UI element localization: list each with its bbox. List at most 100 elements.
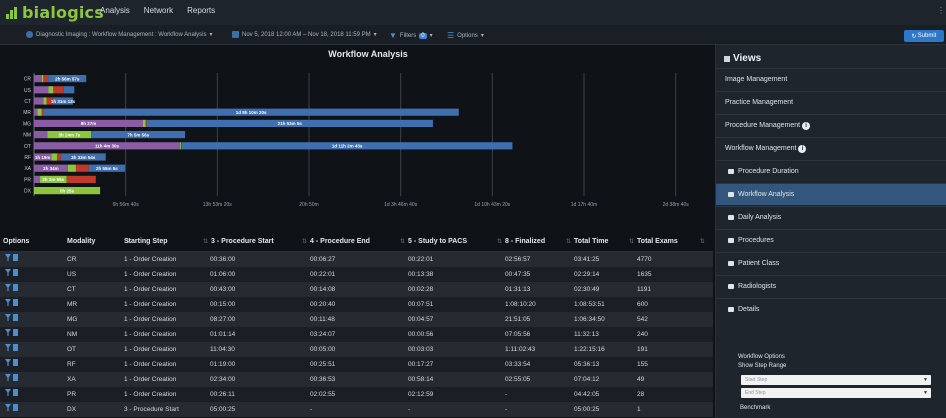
sidebar-item-details[interactable]: Details [716, 298, 946, 320]
chart-icon [728, 307, 734, 312]
document-icon[interactable] [13, 314, 18, 321]
info-icon[interactable]: i [802, 121, 811, 130]
table-cell: 00:47:35 [505, 271, 531, 278]
sidebar-item-patient-class[interactable]: Patient Class [716, 252, 946, 274]
bar-segment [57, 153, 61, 161]
table-cell: 00:58:14 [408, 376, 434, 383]
calendar-icon [232, 31, 239, 38]
sidebar-item-daily-analysis[interactable]: Daily Analysis [716, 206, 946, 228]
list-icon: ☰ [447, 31, 455, 40]
filters-count-badge: 0 [419, 32, 427, 39]
header-finalized[interactable]: ⇅ 8 - Finalized [497, 238, 545, 245]
filter-icon[interactable] [5, 329, 11, 336]
table-cell: 00:43:00 [210, 286, 236, 293]
table-cell: 03:41:25 [574, 256, 600, 263]
sidebar-item-procedure-duration[interactable]: Procedure Duration [716, 160, 946, 182]
table-cell: - [505, 391, 508, 398]
bar-segment [34, 131, 48, 139]
filter-icon[interactable] [5, 269, 11, 276]
table-row: XA 1 - Order Creation 02:34:00 00:36:53 00:5… [0, 372, 713, 387]
options-button[interactable]: ☰ Options ▾ [447, 31, 484, 40]
date-range-picker[interactable]: Nov 5, 2018 12:00 AM – Nov 18, 2018 11:5… [232, 31, 377, 38]
bar-segment [63, 86, 75, 94]
table-cell: 600 [637, 301, 648, 308]
bar-label: 1d 11h 2m 43s [332, 144, 363, 149]
breadcrumb[interactable]: Diagnostic Imaging : Workflow Management… [26, 31, 213, 38]
document-icon[interactable] [13, 299, 18, 306]
filter-icon[interactable] [5, 284, 11, 291]
chevron-down-icon: ▾ [429, 33, 433, 39]
document-icon[interactable] [13, 389, 18, 396]
category-label: PR [24, 177, 31, 183]
nav-network[interactable]: Network [144, 6, 173, 15]
table-cell: 00:02:28 [408, 286, 434, 293]
document-icon[interactable] [13, 254, 18, 261]
table-cell: 1 - Order Creation [124, 346, 177, 353]
filter-icon[interactable] [5, 404, 11, 411]
bar-label: 21h 53m 5s [278, 121, 303, 126]
filter-icon[interactable] [5, 389, 11, 396]
header-total-exams[interactable]: ⇅ Total Exams ⇅ [629, 238, 708, 245]
filter-icon[interactable] [5, 254, 11, 261]
filter-icon[interactable] [5, 374, 11, 381]
sidebar-item-radiologists[interactable]: Radiologists [716, 275, 946, 297]
more-menu-icon[interactable]: ⋮ [937, 6, 945, 16]
header-procedure-start[interactable]: ⇅ 3 - Procedure Start [203, 238, 274, 245]
table-cell: 03:24:07 [310, 331, 336, 338]
sidebar-item-procedure-management[interactable]: Procedure Management i [716, 114, 946, 136]
sidebar-item-workflow-analysis[interactable]: Workflow Analysis [716, 183, 946, 205]
table-row: US 1 - Order Creation 01:06:00 00:22:01 00:1… [0, 267, 713, 282]
nav-reports[interactable]: Reports [187, 6, 215, 15]
filter-icon[interactable] [5, 359, 11, 366]
filters-label: Filters [399, 32, 417, 39]
document-icon[interactable] [13, 344, 18, 351]
logo[interactable]: bialogics [6, 3, 104, 22]
nav-analysis[interactable]: Analysis [100, 6, 130, 15]
table-cell: US [67, 271, 77, 278]
document-icon[interactable] [13, 284, 18, 291]
document-icon[interactable] [13, 359, 18, 366]
submit-button[interactable]: ↻ Submit [904, 30, 944, 42]
document-icon[interactable] [13, 404, 18, 411]
filters-button[interactable]: ▼ Filters 0 ▾ [389, 31, 433, 40]
sidebar-item-workflow-management[interactable]: Workflow Management i [716, 137, 946, 159]
header-procedure-end[interactable]: ⇅ 4 - Procedure End [302, 238, 370, 245]
bar-label: 1d 8h 10m 20s [236, 110, 267, 115]
benchmark-label: Benchmark [740, 405, 771, 411]
table-cell: 4770 [637, 256, 652, 263]
chart-svg: CR US CT MR MG NM OT RF XA PR DX 2h 56m 57s 1h 31m 1… [23, 73, 689, 208]
table-cell: 00:13:38 [408, 271, 434, 278]
table-cell: 155 [637, 361, 648, 368]
category-label: DX [24, 189, 32, 195]
row-options [5, 389, 18, 396]
header-starting-step[interactable]: Starting Step [124, 238, 168, 245]
table-cell: CT [67, 286, 76, 293]
start-step-select[interactable]: Start Step ▼ [741, 375, 931, 385]
table-cell: 1191 [637, 286, 651, 293]
table-cell: 00:25:51 [310, 361, 336, 368]
sidebar-item-image-management[interactable]: Image Management [716, 68, 946, 90]
sidebar-item-label: Procedure Management [725, 122, 801, 129]
filter-icon[interactable] [5, 299, 11, 306]
header-total-time[interactable]: ⇅ Total Time [566, 238, 608, 245]
sidebar-item-practice-management[interactable]: Practice Management [716, 91, 946, 113]
filter-icon[interactable] [5, 314, 11, 321]
table-cell: 240 [637, 331, 648, 338]
document-icon[interactable] [13, 329, 18, 336]
table-row: RF 1 - Order Creation 01:19:00 00:25:51 00:1… [0, 357, 713, 372]
table-cell: 28 [637, 391, 645, 398]
date-range-text: Nov 5, 2018 12:00 AM – Nov 18, 2018 11:5… [242, 31, 371, 38]
sidebar-item-procedures[interactable]: Procedures [716, 229, 946, 251]
data-table: Options Modality ⇅ Starting Step ⇅ 3 - Pro… [0, 232, 713, 418]
document-icon[interactable] [13, 269, 18, 276]
bar-label: 8h 27m [81, 121, 97, 126]
filter-icon[interactable] [5, 344, 11, 351]
row-options [5, 359, 18, 366]
end-step-select[interactable]: End Step ▼ [741, 388, 931, 398]
info-icon[interactable]: i [798, 144, 807, 153]
step-range-label: Show Step Range [738, 363, 787, 369]
table-cell: 1 [637, 406, 641, 413]
table-cell: 02:55:05 [505, 376, 531, 383]
document-icon[interactable] [13, 374, 18, 381]
header-study-to-pacs[interactable]: ⇅ 5 - Study to PACS [400, 238, 467, 245]
